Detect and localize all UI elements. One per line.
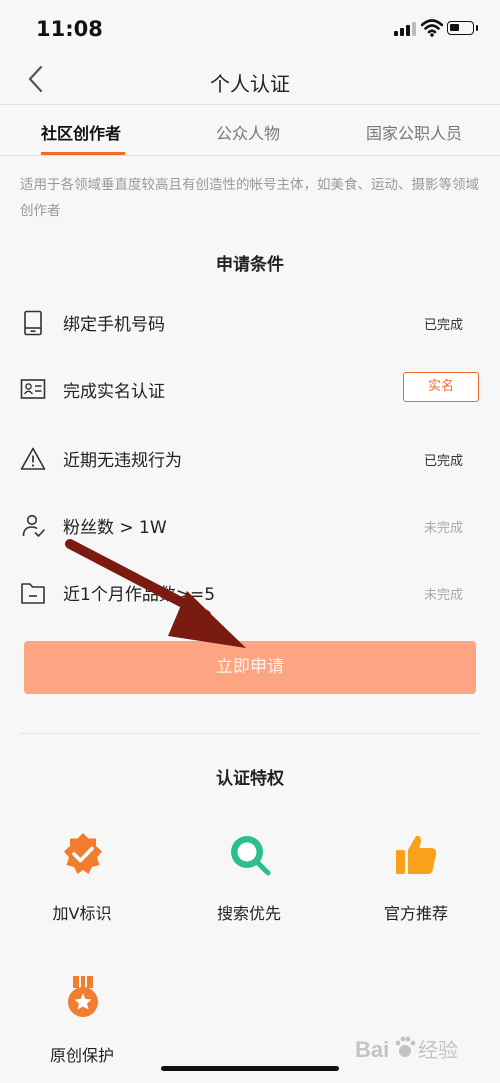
condition-row: 近1个月作品数>=5 未完成 bbox=[0, 572, 500, 612]
condition-row: 绑定手机号码 已完成 bbox=[0, 302, 500, 342]
active-tab-indicator bbox=[41, 152, 125, 155]
condition-row: 近期无违规行为 已完成 bbox=[0, 438, 500, 478]
tab-public-figure[interactable]: 公众人物 bbox=[216, 120, 280, 144]
privilege-label: 搜索优先 bbox=[216, 904, 281, 923]
condition-status: 未完成 bbox=[423, 521, 463, 536]
privilege-label: 原创保护 bbox=[49, 1046, 114, 1065]
cellular-signal-icon bbox=[394, 22, 416, 36]
condition-label: 粉丝数 > 1W bbox=[63, 518, 167, 538]
home-indicator bbox=[161, 1066, 339, 1071]
privileges-title: 认证特权 bbox=[216, 769, 284, 789]
category-description: 适用于各领域垂直度较高且有创造性的帐号主体，如美食、运动、摄影等领域创作者 bbox=[20, 177, 479, 219]
condition-row: 完成实名认证 实名 bbox=[0, 372, 500, 412]
condition-status: 未完成 bbox=[423, 588, 463, 603]
follower-icon bbox=[22, 514, 45, 537]
svg-text:Bai: Bai bbox=[355, 1037, 389, 1062]
tab-civil-servant[interactable]: 国家公职人员 bbox=[366, 120, 462, 144]
privilege-label: 官方推荐 bbox=[383, 904, 448, 923]
verified-badge-icon bbox=[64, 833, 102, 874]
condition-label: 绑定手机号码 bbox=[63, 315, 165, 335]
phone-icon bbox=[24, 310, 42, 336]
status-time: 11:08 bbox=[36, 17, 103, 41]
privilege-label: 加V标识 bbox=[52, 904, 112, 923]
battery-icon bbox=[447, 21, 474, 35]
condition-label: 近1个月作品数>=5 bbox=[63, 585, 216, 605]
status-bar: 11:08 bbox=[0, 0, 500, 56]
medal-icon bbox=[68, 976, 98, 1017]
svg-text:经验: 经验 bbox=[418, 1038, 458, 1062]
condition-status: 已完成 bbox=[423, 318, 463, 333]
id-card-icon bbox=[20, 379, 46, 399]
condition-status: 已完成 bbox=[423, 454, 463, 469]
real-name-button[interactable]: 实名 bbox=[403, 372, 479, 402]
tab-community-creator[interactable]: 社区创作者 bbox=[41, 120, 121, 144]
baidu-paw-icon bbox=[395, 1036, 416, 1057]
baidu-watermark: Bai 经验 bbox=[355, 1036, 458, 1062]
search-icon bbox=[231, 836, 271, 876]
apply-now-button[interactable]: 立即申请 bbox=[24, 641, 476, 694]
condition-label: 近期无违规行为 bbox=[63, 451, 182, 471]
thumbs-up-icon bbox=[396, 835, 437, 874]
battery-cap bbox=[476, 25, 478, 31]
section-divider bbox=[20, 733, 480, 734]
condition-row: 粉丝数 > 1W 未完成 bbox=[0, 505, 500, 545]
conditions-title: 申请条件 bbox=[216, 255, 284, 275]
page-title: 个人认证 bbox=[210, 72, 290, 96]
warning-icon bbox=[20, 447, 46, 470]
wifi-icon bbox=[421, 19, 443, 37]
tab-bar: 社区创作者 公众人物 国家公职人员 bbox=[0, 105, 500, 156]
folder-icon bbox=[21, 583, 45, 604]
nav-bar: 个人认证 bbox=[0, 56, 500, 105]
condition-label: 完成实名认证 bbox=[63, 382, 165, 402]
